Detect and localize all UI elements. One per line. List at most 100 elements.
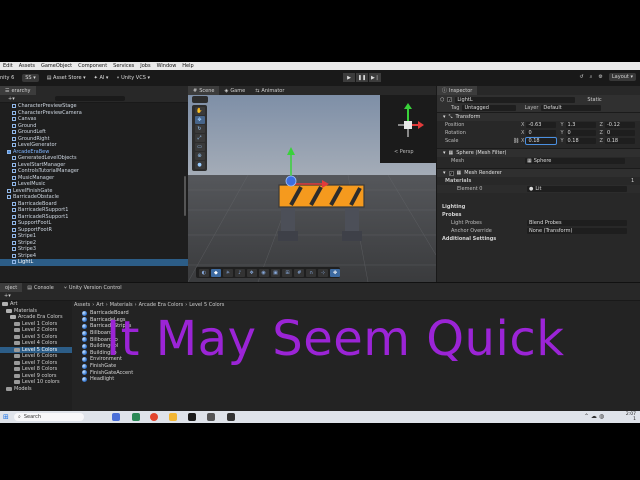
settings-icon[interactable]: ⚙ [598,74,602,80]
play-button[interactable]: ▶ [343,73,355,82]
grid-button[interactable]: # [294,268,305,277]
add-icon[interactable]: +▾ [8,96,15,102]
tab-inspector[interactable]: ⓘ Inspector [437,86,478,95]
element0-field[interactable]: ● Lit [527,186,627,192]
anchor-field[interactable]: None (Transform) [527,228,627,234]
effects-button[interactable]: ❖ [246,268,257,277]
layout-dropdown[interactable]: Layout ▾ [608,73,636,81]
rect-tool-button[interactable]: ▭ [194,143,205,151]
file-explorer-icon[interactable] [169,413,177,421]
tab-console[interactable]: ▤ Console [22,283,59,292]
vcs-button[interactable]: ⑂ Unity VCS ▾ [116,75,150,81]
tab-animator[interactable]: ⇆ Animator [250,86,289,95]
snap-button[interactable]: ∩ [306,268,317,277]
hierarchy-scrollbar[interactable] [184,176,186,216]
static-label[interactable]: Static [587,97,601,103]
light-probes-dropdown[interactable]: Blend Probes [527,220,627,226]
rotation-x-field[interactable]: 0 [526,130,557,136]
hierarchy-search-input[interactable] [54,96,125,101]
tab-hierarchy[interactable]: ☰ erarchy [0,86,36,95]
menu-item-edit[interactable]: Edit [3,63,13,69]
tray-icons[interactable]: ⌃ ☁ ◍ [584,413,604,420]
menu-item-assets[interactable]: Assets [19,63,35,69]
scene-overlay-menu[interactable] [192,96,208,103]
chrome-icon[interactable] [150,413,158,421]
tab-version-control[interactable]: ⑂ Unity Version Control [59,283,127,292]
menu-item-gameobject[interactable]: GameObject [41,63,72,69]
toggle-2d-button[interactable]: ◆ [210,268,221,277]
lighting-button[interactable]: ☀ [222,268,233,277]
position-z-field[interactable]: -0.12 [604,122,635,128]
breadcrumb-item[interactable]: Art [96,302,103,308]
rotate-tool-button[interactable]: ↻ [194,125,205,133]
task-view-icon[interactable] [112,413,120,421]
global-button[interactable]: ✥ [330,268,341,277]
hand-tool-button[interactable]: ✋ [194,107,205,115]
perspective-label[interactable]: < Persp [394,149,414,155]
menu-item-jobs[interactable]: Jobs [140,63,150,69]
menu-item-component[interactable]: Component [78,63,107,69]
mesh-renderer-checkbox[interactable]: ✓ [448,170,454,176]
breadcrumb-item[interactable]: Materials [110,302,133,308]
asset-store-button[interactable]: ▤ Asset Store ▾ [47,75,86,81]
scale-x-field[interactable]: 0.18 [525,137,558,145]
tab-game[interactable]: ◈ Game [219,86,250,95]
move-tool-button[interactable]: ✥ [194,116,205,124]
add-icon[interactable]: +▾ [4,293,11,299]
probes-section[interactable]: Probes [437,211,640,219]
materials-row[interactable]: Materials 1 [437,177,640,185]
position-x-field[interactable]: -0.63 [526,122,557,128]
lighting-section[interactable]: Lighting [437,203,640,211]
folder-tree-item[interactable]: Models [0,386,72,393]
position-y-field[interactable]: 1.3 [565,122,596,128]
asset-item[interactable]: Headlight [82,376,152,383]
orientation-gizmo[interactable] [380,95,436,147]
account-button[interactable]: SS ▾ [22,74,39,82]
breadcrumb-item[interactable]: Arcade Era Colors [139,302,184,308]
search-icon[interactable]: ⌕ [590,74,593,80]
layer-dropdown[interactable]: Default [541,105,602,111]
ai-button[interactable]: ✦ AI ▾ [94,75,109,81]
transform-tool-button[interactable]: ⊕ [194,152,205,160]
custom-tool-button[interactable]: ● [194,161,205,169]
scene-viewport[interactable]: ✋ ✥ ↻ ⤢ ▭ ⊕ ● < Persp ◐ ◆ ☀ ♪ ❖ ◉ ▣ ⊞ # … [188,95,436,282]
history-icon[interactable]: ↺ [579,74,583,80]
tab-scene[interactable]: # Scene [188,86,220,95]
terminal-icon[interactable] [188,413,196,421]
windows-start-icon[interactable]: ⊞ [3,413,9,421]
unity-editor-icon[interactable] [227,413,235,421]
pivot-button[interactable]: ⊹ [318,268,329,277]
unity-hub-icon[interactable] [207,413,215,421]
active-checkbox[interactable]: ✓ [447,97,453,102]
edge-icon[interactable] [132,413,140,421]
menu-item-services[interactable]: Services [113,63,134,69]
asset-item[interactable]: FinishGateAccent [82,369,152,376]
step-button[interactable]: ▶❘ [369,73,381,82]
hidden-button[interactable]: ◉ [258,268,269,277]
rotation-z-field[interactable]: 0 [604,130,635,136]
scale-z-field[interactable]: 0.18 [604,138,635,144]
hierarchy-item[interactable]: LightL [0,259,188,266]
audio-button[interactable]: ♪ [234,268,245,277]
taskbar-clock[interactable]: 2:07 1 [626,412,636,422]
shading-button[interactable]: ◐ [199,268,209,277]
gizmos-button[interactable]: ⊞ [282,268,293,277]
mesh-filter-header[interactable]: ▾ ▦ Sphere (Mesh Filter) [437,148,640,157]
breadcrumb-item[interactable]: Assets [74,302,90,308]
scale-tool-button[interactable]: ⤢ [194,134,205,142]
taskbar-search[interactable]: ⌕ Search [14,413,84,421]
scale-y-field[interactable]: 0.18 [565,138,596,144]
breadcrumb-item[interactable]: Level 5 Colors [189,302,224,308]
mesh-object-field[interactable]: ▦ Sphere [525,158,625,164]
camera-button[interactable]: ▣ [270,268,281,277]
menu-item-window[interactable]: Window [157,63,177,69]
mesh-renderer-header[interactable]: ▾ ✓ ▦ Mesh Renderer [437,168,640,177]
pause-button[interactable]: ❚❚ [356,73,368,82]
link-icon[interactable]: ⛓ [513,138,521,144]
tab-project[interactable]: oject [0,283,23,292]
menu-item-help[interactable]: Help [182,63,193,69]
transform-header[interactable]: ▾ ⤡ Transform [437,112,640,121]
rotation-y-field[interactable]: 0 [565,130,596,136]
object-name-field[interactable]: LightL [455,96,576,103]
additional-settings-section[interactable]: Additional Settings [437,235,640,243]
